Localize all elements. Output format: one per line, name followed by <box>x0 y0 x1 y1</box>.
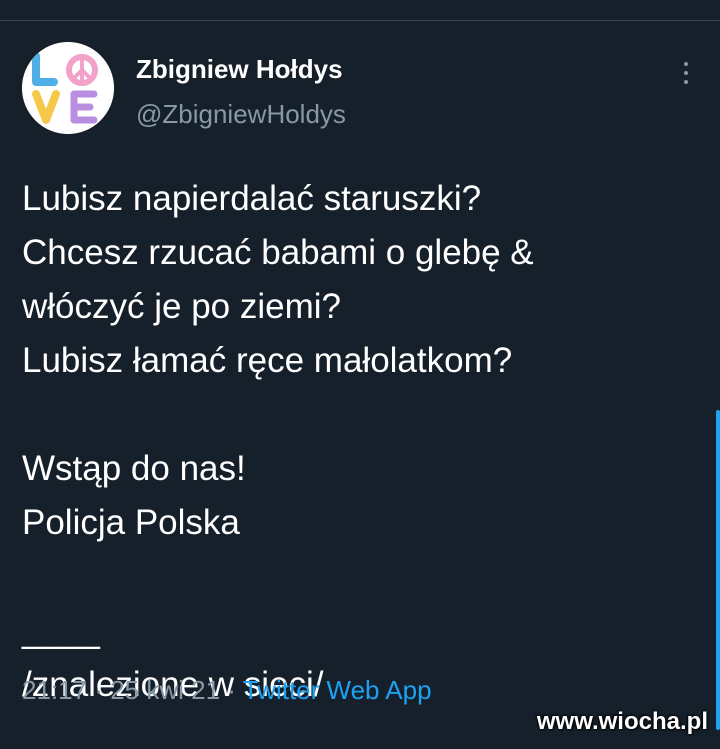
author-handle[interactable]: @ZbigniewHoldys <box>136 99 346 130</box>
author-display-name[interactable]: Zbigniew Hołdys <box>136 54 343 85</box>
tweet-text-line <box>22 388 702 442</box>
tweet-text-line: włóczyć je po ziemi? <box>22 287 341 326</box>
tweet-text-line <box>22 550 702 604</box>
tweet-time[interactable]: 21:17 <box>22 675 87 705</box>
tweet-source-link[interactable]: Twitter Web App <box>243 675 432 705</box>
more-dot-icon <box>684 62 688 66</box>
tweet-text-line: Policja Polska <box>22 503 240 542</box>
tweet-text-line: Lubisz napierdalać staruszki? <box>22 179 482 218</box>
tweet-text-line: Lubisz łamać ręce małolatkom? <box>22 341 513 380</box>
love-logo-icon <box>22 42 114 134</box>
tweet-meta: 21:17 · 25 kwi 21 · Twitter Web App <box>22 675 432 706</box>
more-options-button[interactable] <box>676 58 696 88</box>
tweet-text-line: ____ <box>22 611 100 650</box>
meta-separator: · <box>227 675 236 705</box>
tweet-text-line: Chcesz rzucać babami o glebę & <box>22 233 534 272</box>
tweet-card[interactable]: Zbigniew Hołdys @ZbigniewHoldys Lubisz n… <box>0 0 720 728</box>
tweet-text: Lubisz napierdalać staruszki? Chcesz rzu… <box>22 172 702 712</box>
more-dot-icon <box>684 71 688 75</box>
watermark: www.wiocha.pl <box>536 708 708 735</box>
scrollbar[interactable] <box>716 410 720 730</box>
avatar[interactable] <box>22 42 114 134</box>
tweet-date[interactable]: 25 kwi 21 <box>110 675 220 705</box>
meta-separator: · <box>94 675 103 705</box>
tweet-text-line: Wstąp do nas! <box>22 449 246 488</box>
more-dot-icon <box>684 80 688 84</box>
